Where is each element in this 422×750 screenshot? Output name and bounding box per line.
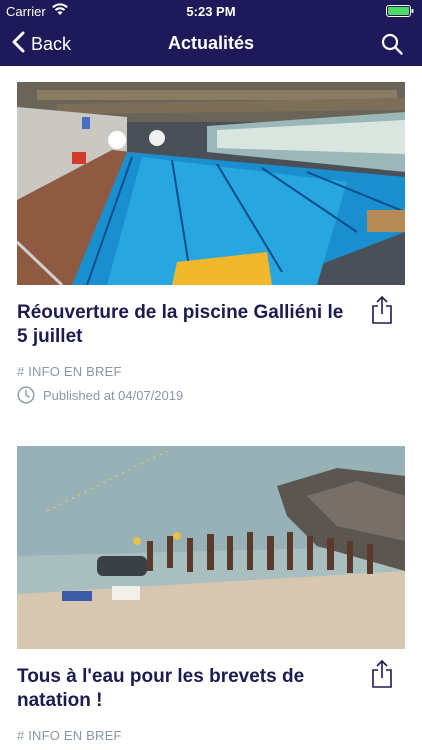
share-icon[interactable] bbox=[369, 295, 395, 325]
published-label: Published at 04/07/2019 bbox=[43, 387, 184, 403]
article-card[interactable]: Tous à l'eau pour les brevets de natatio… bbox=[17, 446, 405, 743]
article-card[interactable]: Réouverture de la piscine Galliéni le 5 … bbox=[17, 82, 405, 404]
news-feed[interactable]: Réouverture de la piscine Galliéni le 5 … bbox=[0, 66, 422, 750]
article-title[interactable]: Tous à l'eau pour les brevets de natatio… bbox=[17, 665, 357, 713]
article-tag[interactable]: # INFO EN BREF bbox=[17, 728, 122, 743]
share-icon[interactable] bbox=[369, 659, 395, 689]
article-title[interactable]: Réouverture de la piscine Galliéni le 5 … bbox=[17, 301, 357, 349]
clock-icon bbox=[17, 386, 35, 404]
search-icon[interactable] bbox=[380, 32, 404, 56]
status-bar: Carrier 5:23 PM bbox=[0, 0, 422, 22]
article-photo-beach[interactable] bbox=[17, 446, 405, 649]
page-title: Actualités bbox=[167, 33, 255, 53]
article-photo-pool[interactable] bbox=[17, 82, 405, 285]
nav-bar: Back Actualités bbox=[0, 22, 422, 66]
article-tag[interactable]: # INFO EN BREF bbox=[17, 364, 122, 379]
published-date: Published at 04/07/2019 bbox=[17, 386, 183, 404]
battery-icon bbox=[386, 5, 414, 20]
status-time: 5:23 PM bbox=[186, 4, 236, 19]
